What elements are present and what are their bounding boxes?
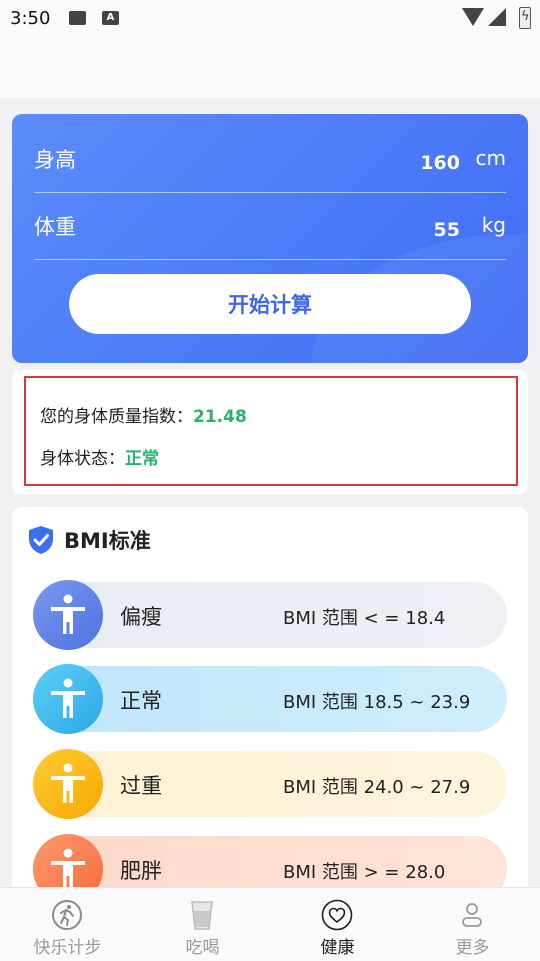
tab-label: 健康 [320,938,355,958]
bmi-standard-title: BMI标准 [64,529,151,553]
cup-icon [191,901,213,930]
overweight-range: BMI 范围 24.0 ~ 27.9 [283,777,471,798]
obese-name: 肥胖 [120,859,162,883]
bmi-standard-header: BMI标准 [28,524,151,556]
height-unit: cm [475,146,506,170]
weight-field[interactable]: 体重 55 kg [34,193,506,260]
shield-check-icon [29,526,53,554]
height-value[interactable]: 160 [420,152,460,174]
person-icon [51,678,85,718]
normal-range: BMI 范围 18.5 ~ 23.9 [283,692,471,713]
tab-health[interactable]: 健康 [270,888,405,961]
tab-label: 快乐计步 [33,938,102,958]
battery-icon [519,7,531,29]
tab-more[interactable]: 更多 [405,888,540,961]
underweight-range: BMI 范围 < = 18.4 [283,608,446,629]
obese-range: BMI 范围 > = 28.0 [283,862,446,883]
heart-icon [321,899,353,931]
app-header [0,36,540,98]
body-status-line: 身体状态：正常 [40,444,159,469]
wifi-icon [462,8,484,26]
normal-badge [33,664,103,734]
start-calculate-button[interactable]: 开始计算 [69,274,471,334]
bmi-standard-card: BMI标准 偏瘦 BMI 范围 < = 18.4 正常 BMI 范围 18.5 … [12,507,528,927]
body-status-label: 身体状态： [40,449,125,469]
weight-label: 体重 [34,215,76,239]
height-field[interactable]: 身高 160 cm [34,126,506,193]
bottom-tab-bar: 快乐计步 吃喝 健康 更多 [0,887,540,961]
underweight-name: 偏瘦 [120,605,162,629]
weight-value[interactable]: 55 [434,219,460,241]
underweight-badge [33,580,103,650]
result-highlight-box: 您的身体质量指数：21.48 身体状态：正常 [24,376,518,486]
font-icon: A [102,11,119,25]
bmi-result-label: 您的身体质量指数： [40,407,193,427]
tab-happy-steps[interactable]: 快乐计步 [0,888,135,961]
bmi-row-underweight: 偏瘦 BMI 范围 < = 18.4 [33,580,507,650]
result-card: 您的身体质量指数：21.48 身体状态：正常 [12,370,528,494]
overweight-name: 过重 [120,774,162,798]
image-icon [69,11,86,25]
tab-food-drink[interactable]: 吃喝 [135,888,270,961]
bmi-row-overweight: 过重 BMI 范围 24.0 ~ 27.9 [33,749,507,819]
person-icon [51,763,85,803]
person-icon [51,594,85,634]
tab-label: 更多 [455,938,490,958]
running-person-icon [52,900,82,930]
bmi-result-value: 21.48 [193,407,247,427]
tab-label: 吃喝 [185,938,220,958]
height-label: 身高 [34,148,76,172]
bmi-row-normal: 正常 BMI 范围 18.5 ~ 23.9 [33,664,507,734]
body-status-value: 正常 [125,449,159,469]
profile-icon [462,903,482,927]
overweight-badge [33,749,103,819]
bmi-calculator-card: 身高 160 cm 体重 55 kg 开始计算 [12,114,528,363]
bmi-result-line: 您的身体质量指数：21.48 [40,402,247,427]
person-icon [51,848,85,888]
weight-unit: kg [481,213,506,237]
normal-name: 正常 [120,689,162,713]
status-time: 3:50 [10,8,51,29]
status-bar: 3:50 A [0,0,540,36]
signal-icon [488,8,506,26]
